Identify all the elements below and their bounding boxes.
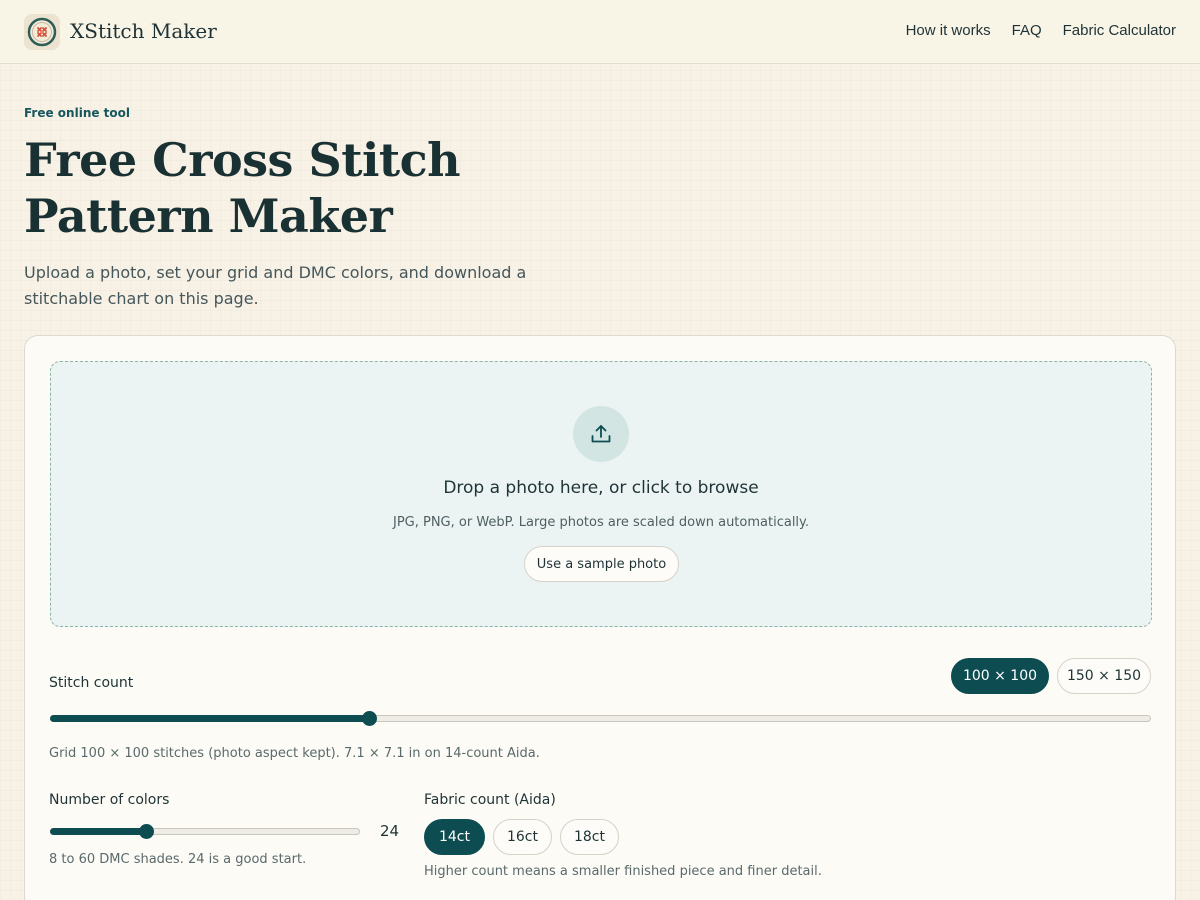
photo-dropzone[interactable]: Drop a photo here, or click to browse JP… [50,361,1152,627]
fabric-count-label: Fabric count (Aida) [424,792,556,808]
stitch-count-slider-thumb[interactable] [362,711,377,726]
preset-150x150-button[interactable]: 150 × 150 [1057,658,1151,694]
nav-link-faq[interactable]: FAQ [1012,22,1042,39]
fabric-count-help: Higher count means a smaller finished pi… [424,864,822,879]
colors-slider[interactable] [50,824,360,839]
stitch-count-slider-fill [50,715,368,722]
fabric-18ct-button[interactable]: 18ct [560,819,619,855]
preset-100x100-button[interactable]: 100 × 100 [951,658,1049,694]
stitch-count-label: Stitch count [49,675,134,691]
colors-help: 8 to 60 DMC shades. 24 is a good start. [49,852,307,867]
colors-slider-thumb[interactable] [139,824,154,839]
brand-name[interactable]: XStitch Maker [70,19,217,43]
use-sample-photo-button[interactable]: Use a sample photo [524,546,679,582]
main-nav: How it works FAQ Fabric Calculator [906,22,1176,39]
nav-link-how-it-works[interactable]: How it works [906,22,991,39]
fabric-14ct-button[interactable]: 14ct [424,819,485,855]
colors-slider-fill [50,828,145,835]
upload-icon [591,425,611,443]
dropzone-hint: JPG, PNG, or WebP. Large photos are scal… [392,515,810,530]
page-title: Free Cross Stitch Pattern Maker [24,133,461,243]
stitch-count-slider[interactable] [50,711,1151,726]
fabric-16ct-button[interactable]: 16ct [493,819,552,855]
hero-eyebrow: Free online tool [24,106,131,120]
colors-label: Number of colors [49,792,170,808]
colors-value: 24 [380,822,400,840]
dropzone-title: Drop a photo here, or click to browse [443,478,759,498]
cross-stitch-logo-icon [27,17,57,47]
logo[interactable] [24,14,60,50]
site-header: XStitch Maker How it works FAQ Fabric Ca… [0,0,1200,64]
hero-subtitle: Upload a photo, set your grid and DMC co… [24,263,527,308]
pattern-settings-card: Drop a photo here, or click to browse JP… [24,335,1176,900]
nav-link-fabric-calculator[interactable]: Fabric Calculator [1063,22,1176,39]
stitch-count-help: Grid 100 × 100 stitches (photo aspect ke… [49,746,540,761]
upload-button[interactable] [573,406,629,462]
